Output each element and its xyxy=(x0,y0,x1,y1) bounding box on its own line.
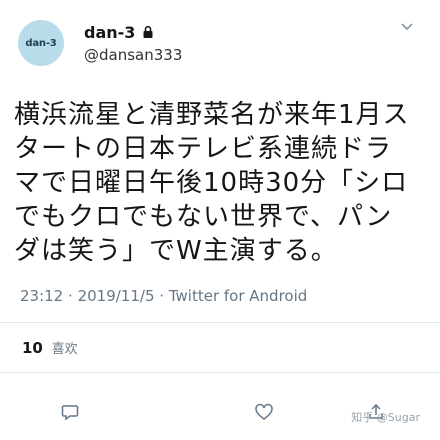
tweet-date[interactable]: 2019/11/5 xyxy=(78,287,155,305)
divider xyxy=(0,372,440,373)
likes-label: 喜欢 xyxy=(51,342,78,357)
avatar-text: dan-3 xyxy=(25,37,57,49)
tweet-separator-2: · xyxy=(159,287,165,305)
lock-icon xyxy=(143,25,153,38)
tweet-source[interactable]: Twitter for Android xyxy=(169,287,307,305)
tweet-header: dan-3 dan-3 @dansan333 xyxy=(12,8,428,68)
tweet-time[interactable]: 23:12 xyxy=(20,287,63,305)
chevron-down-icon[interactable] xyxy=(400,22,414,32)
display-name-row: dan-3 xyxy=(84,22,182,42)
like-button[interactable] xyxy=(252,400,276,424)
divider xyxy=(0,322,440,323)
action-bar: 知乎 @Sugar xyxy=(0,400,440,430)
tweet-card: dan-3 dan-3 @dansan333 横浜流星と清野菜名が来年1月スター… xyxy=(0,0,440,440)
reply-button[interactable] xyxy=(58,400,82,424)
reply-icon xyxy=(61,405,79,421)
heart-icon xyxy=(255,403,273,420)
display-name[interactable]: dan-3 xyxy=(84,23,135,42)
likes-count: 10 xyxy=(22,339,43,357)
user-handle[interactable]: @dansan333 xyxy=(84,46,182,64)
tweet-separator: · xyxy=(68,287,73,305)
avatar[interactable]: dan-3 xyxy=(18,20,64,66)
likes-summary[interactable]: 10 喜欢 xyxy=(22,338,78,357)
tweet-meta: 23:12 · 2019/11/5 · Twitter for Android xyxy=(20,287,307,305)
tweet-text: 横浜流星と清野菜名が来年1月スタートの日本テレビ系連続ドラマで日曜日午後10時3… xyxy=(14,100,410,266)
author-block: dan-3 @dansan333 xyxy=(84,22,182,65)
watermark: 知乎 @Sugar xyxy=(351,411,420,424)
